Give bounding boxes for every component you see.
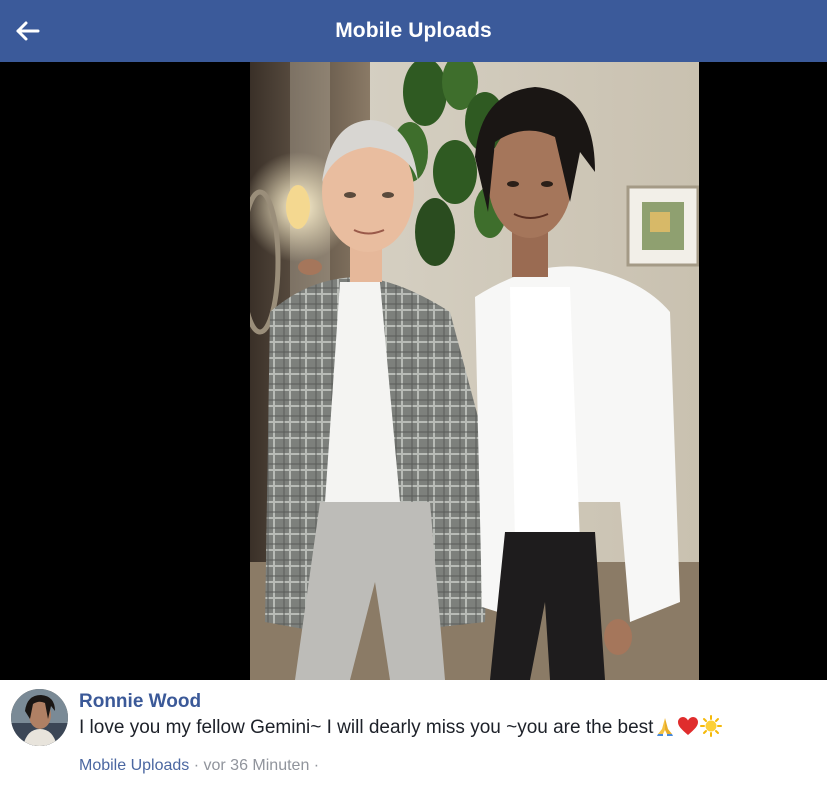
author-name[interactable]: Ronnie Wood [79, 690, 201, 714]
photo-illustration [250, 62, 699, 680]
page-title: Mobile Uploads [335, 19, 492, 42]
top-bar: Mobile Uploads [0, 0, 827, 62]
sun-icon [700, 715, 723, 737]
photo-viewer[interactable] [0, 62, 827, 680]
album-link[interactable]: Mobile Uploads [79, 757, 189, 774]
post-meta: Mobile Uploads · vor 36 Minuten · [79, 756, 319, 776]
meta-separator: · [189, 757, 204, 774]
photo[interactable] [250, 62, 699, 680]
avatar[interactable] [11, 689, 68, 746]
timestamp[interactable]: vor 36 Minuten [204, 757, 310, 774]
post-text: I love you my fellow Gemini~ I will dear… [79, 717, 654, 738]
folded-hands-icon [657, 718, 674, 736]
meta-trailing-separator: · [309, 757, 320, 774]
avatar-image [11, 689, 68, 746]
red-heart-icon [678, 717, 699, 735]
post-caption: Ronnie Wood I love you my fellow Gemini~… [0, 680, 827, 796]
post-text-line: I love you my fellow Gemini~ I will dear… [79, 715, 723, 740]
